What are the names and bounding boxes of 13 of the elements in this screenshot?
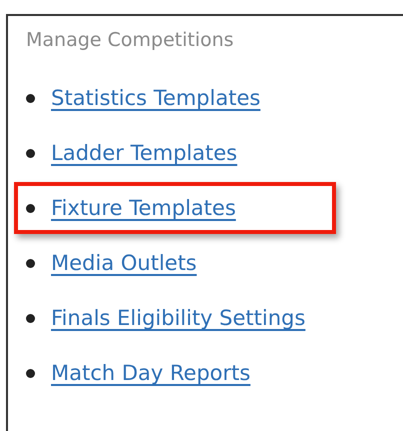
nav-link[interactable]: Ladder Templates (51, 138, 238, 168)
bullet-icon (26, 258, 35, 268)
nav-link[interactable]: Finals Eligibility Settings (51, 303, 306, 333)
nav-link[interactable]: Match Day Reports (51, 358, 250, 388)
bullet-icon (26, 204, 35, 212)
nav-link[interactable]: Fixture Templates (51, 193, 236, 223)
bullet-icon (26, 148, 35, 158)
bullet-icon (26, 368, 35, 378)
bullet-icon (26, 94, 35, 102)
bullet-icon (26, 314, 35, 322)
nav-link[interactable]: Media Outlets (51, 248, 197, 278)
nav-link[interactable]: Statistics Templates (51, 83, 260, 113)
panel-title: Manage Competitions (26, 28, 234, 53)
